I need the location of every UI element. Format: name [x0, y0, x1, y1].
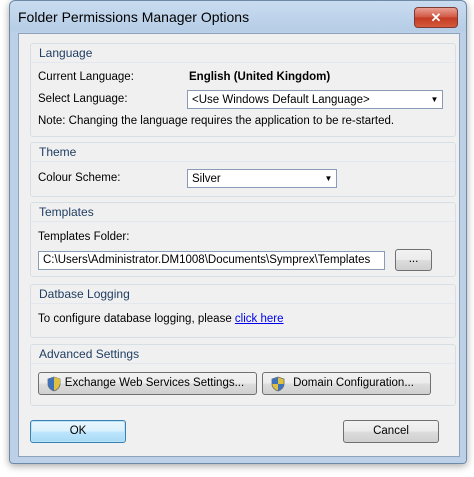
- current-language-value: English (United Kingdom): [189, 71, 331, 83]
- database-logging-prompt: To configure database logging, please: [38, 313, 235, 325]
- dialog-client-area: Language Current Language: English (Unit…: [18, 33, 460, 457]
- options-dialog: Folder Permissions Manager Options ✕ Lan…: [9, 0, 467, 464]
- templates-group: Templates Templates Folder: C:\Users\Adm…: [30, 202, 456, 277]
- browse-folder-button[interactable]: ...: [395, 249, 432, 271]
- chevron-down-icon[interactable]: ▼: [321, 170, 336, 187]
- language-group: Language Current Language: English (Unit…: [30, 43, 456, 137]
- database-logging-text: To configure database logging, please cl…: [38, 313, 284, 325]
- templates-folder-input[interactable]: C:\Users\Administrator.DM1008\Documents\…: [38, 251, 385, 270]
- current-language-label: Current Language:: [38, 71, 134, 83]
- templates-folder-label: Templates Folder:: [38, 231, 130, 243]
- language-group-title: Language: [39, 46, 93, 60]
- ok-button[interactable]: OK: [30, 420, 126, 443]
- window-title: Folder Permissions Manager Options: [18, 9, 250, 25]
- advanced-settings-group: Advanced Settings Exchange Web Services …: [30, 344, 456, 406]
- select-language-dropdown[interactable]: <Use Windows Default Language> ▼: [187, 90, 443, 109]
- database-logging-group: Datbase Logging To configure database lo…: [30, 284, 456, 338]
- exchange-web-services-label: Exchange Web Services Settings...: [64, 377, 245, 389]
- domain-configuration-button[interactable]: Domain Configuration...: [262, 372, 431, 395]
- theme-group-title: Theme: [39, 145, 77, 159]
- divider: [31, 363, 455, 364]
- theme-group: Theme Colour Scheme: Silver ▼: [30, 142, 456, 197]
- divider: [31, 161, 455, 162]
- cancel-button[interactable]: Cancel: [343, 420, 439, 443]
- colour-scheme-value: Silver: [192, 173, 221, 185]
- divider: [31, 221, 455, 222]
- divider: [31, 62, 455, 63]
- select-language-value: <Use Windows Default Language>: [192, 94, 370, 106]
- templates-group-title: Templates: [39, 205, 94, 219]
- click-here-link[interactable]: click here: [235, 313, 284, 325]
- domain-configuration-label: Domain Configuration...: [293, 377, 414, 389]
- close-button[interactable]: ✕: [414, 7, 458, 28]
- select-language-label: Select Language:: [38, 93, 128, 105]
- colour-scheme-label: Colour Scheme:: [38, 172, 121, 184]
- divider: [31, 303, 455, 304]
- uac-shield-icon: [271, 376, 285, 392]
- language-note: Note: Changing the language requires the…: [38, 115, 395, 127]
- chevron-down-icon[interactable]: ▼: [427, 91, 442, 108]
- uac-shield-icon: [47, 376, 61, 392]
- database-logging-group-title: Datbase Logging: [39, 287, 130, 301]
- exchange-web-services-button[interactable]: Exchange Web Services Settings...: [38, 372, 257, 395]
- advanced-settings-group-title: Advanced Settings: [39, 347, 140, 361]
- colour-scheme-dropdown[interactable]: Silver ▼: [187, 169, 337, 188]
